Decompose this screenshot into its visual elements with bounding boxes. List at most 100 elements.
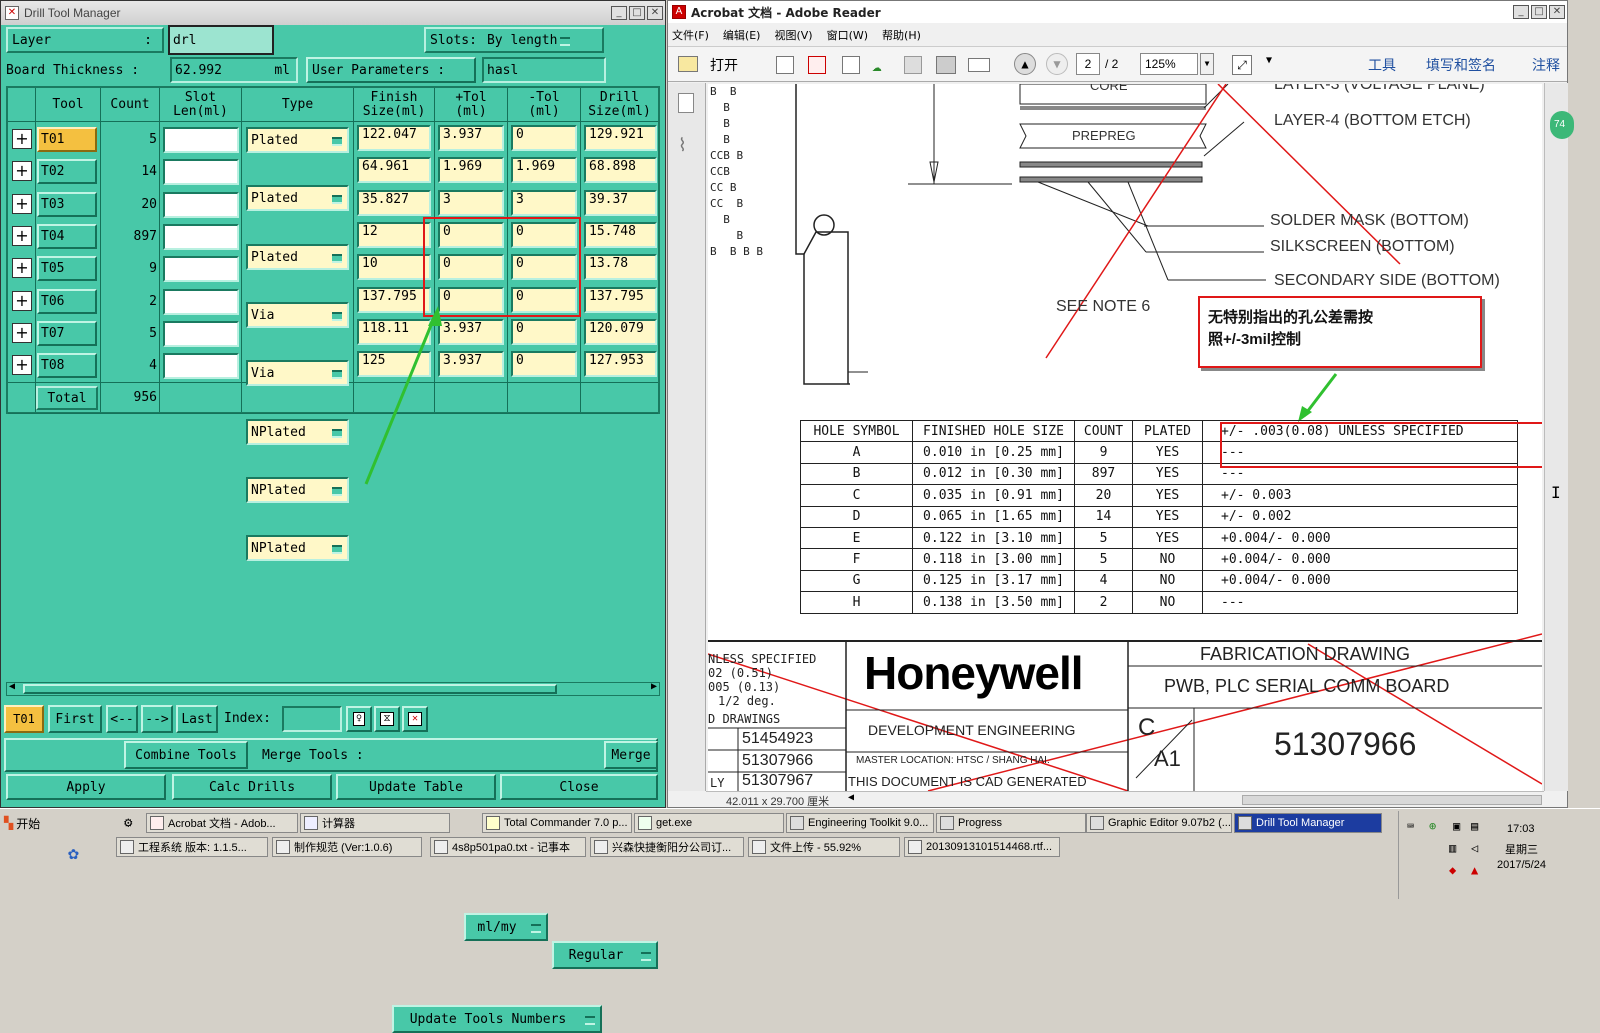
attachments-icon[interactable]: ⌇ — [678, 135, 687, 156]
tool-name-cell[interactable]: T03 — [37, 192, 97, 217]
update-table-button[interactable]: Update Table — [336, 774, 496, 800]
expand-row-icon[interactable]: + — [12, 129, 32, 149]
first-button[interactable]: First — [48, 705, 102, 733]
slots-select[interactable]: Slots: By length — [424, 27, 604, 53]
toolbar-more-icon[interactable]: ▼ — [1266, 55, 1272, 66]
slot-length-input[interactable] — [163, 159, 239, 185]
sign-pane-button[interactable]: 填写和签名 — [1426, 55, 1496, 75]
next-button[interactable]: --> — [141, 705, 173, 733]
menu-help[interactable]: 帮助(H) — [882, 27, 921, 43]
update-tools-numbers-select[interactable]: Update Tools Numbers — [392, 1005, 602, 1033]
drill-size-input[interactable]: 15.748 — [584, 222, 657, 248]
drill-size-input[interactable]: 120.079 — [584, 319, 657, 345]
tray-adobe-icon[interactable]: ▲ — [1471, 863, 1478, 877]
tray-volume-icon[interactable]: ◁ — [1471, 841, 1478, 855]
close-icon[interactable]: ✕ — [647, 6, 663, 20]
print-icon[interactable] — [936, 56, 956, 74]
upload-icon[interactable]: ☁ — [872, 56, 892, 75]
type-select[interactable]: NPlated — [246, 535, 349, 561]
vertical-scrollbar[interactable]: 74 I — [1544, 83, 1574, 791]
minus-tolerance-input[interactable]: 0 — [511, 351, 577, 377]
slot-length-input[interactable] — [163, 256, 239, 282]
drill-size-input[interactable]: 68.898 — [584, 157, 657, 183]
taskbar-item[interactable]: 4s8p501pa0.txt - 记事本 — [430, 837, 586, 857]
prev-button[interactable]: <-- — [106, 705, 138, 733]
plus-tolerance-input[interactable]: 3.937 — [438, 351, 504, 377]
finish-size-input[interactable]: 64.961 — [357, 157, 431, 183]
status-scroll-left-icon[interactable]: ◀ — [848, 792, 854, 803]
drill-size-input[interactable]: 13.78 — [584, 254, 657, 280]
maximize-icon[interactable]: □ — [1531, 5, 1547, 19]
mode-select[interactable]: Regular — [552, 941, 658, 969]
pages-icon[interactable] — [678, 93, 694, 113]
expand-row-icon[interactable]: + — [12, 194, 32, 214]
tray-signal-icon[interactable]: ▥ — [1449, 841, 1456, 855]
expand-row-icon[interactable]: + — [12, 161, 32, 181]
edit-icon[interactable] — [842, 56, 860, 74]
drill-size-input[interactable]: 137.795 — [584, 287, 657, 313]
open-button[interactable]: 打开 — [710, 55, 738, 75]
type-select[interactable]: Via — [246, 302, 349, 328]
finish-size-input[interactable]: 125 — [357, 351, 431, 377]
taskbar-item[interactable]: get.exe — [634, 813, 784, 833]
maximize-icon[interactable]: □ — [629, 6, 645, 20]
zoom-dropdown-icon[interactable]: ▼ — [1200, 53, 1214, 75]
page-number-input[interactable]: 2 — [1076, 53, 1100, 75]
tray-app-icon[interactable]: ◆ — [1449, 863, 1456, 877]
tool-name-cell[interactable]: T02 — [37, 159, 97, 184]
plus-tolerance-input[interactable]: 3.937 — [438, 125, 504, 151]
horizontal-scroll-thumb[interactable] — [1242, 795, 1542, 805]
finish-size-input[interactable]: 12 — [357, 222, 431, 248]
adobe-titlebar[interactable]: A Acrobat 文档 - Adobe Reader _ □ ✕ — [668, 1, 1567, 23]
close-button[interactable]: Close — [500, 774, 658, 800]
delete-icon[interactable]: ✕ — [402, 706, 428, 732]
tools-pane-button[interactable]: 工具 — [1368, 55, 1396, 75]
tool-name-cell[interactable]: T07 — [37, 321, 97, 346]
type-select[interactable]: NPlated — [246, 419, 349, 445]
menu-file[interactable]: 文件(F) — [672, 27, 709, 43]
minus-tolerance-input[interactable]: 1.969 — [511, 157, 577, 183]
expand-row-icon[interactable]: + — [12, 258, 32, 278]
tray-clip-icon[interactable]: ▣ — [1453, 819, 1460, 833]
tool-name-cell[interactable]: T05 — [37, 256, 97, 281]
slot-length-input[interactable] — [163, 353, 239, 379]
expand-row-icon[interactable]: + — [12, 323, 32, 343]
quicklaunch-browser-icon[interactable]: ⚙ — [124, 815, 132, 831]
tray-network-icon[interactable]: ⊕ — [1429, 819, 1436, 833]
slot-length-input[interactable] — [163, 224, 239, 250]
merge-button[interactable]: Merge — [604, 741, 658, 769]
minus-tolerance-input[interactable]: 0 — [511, 125, 577, 151]
finish-size-input[interactable]: 137.795 — [357, 287, 431, 313]
slot-length-input[interactable] — [163, 127, 239, 153]
filter-icon[interactable]: ⧖ — [374, 706, 400, 732]
tool-name-cell[interactable]: T08 — [37, 353, 97, 378]
combine-tools-button[interactable]: Combine Tools — [124, 741, 248, 769]
tool-name-cell[interactable]: T01 — [37, 127, 97, 152]
fit-page-icon[interactable]: ⤢ — [1232, 55, 1252, 75]
tray-keyboard-icon[interactable]: ⌨ — [1407, 819, 1414, 833]
type-select[interactable]: NPlated — [246, 477, 349, 503]
taskbar-item[interactable]: 工程系统 版本: 1.1.5... — [116, 837, 268, 857]
menu-view[interactable]: 视图(V) — [774, 27, 812, 43]
finish-size-input[interactable]: 122.047 — [357, 125, 431, 151]
tool-name-cell[interactable]: T04 — [37, 224, 97, 249]
layer-input[interactable]: drl — [168, 25, 274, 55]
minimize-icon[interactable]: _ — [1513, 5, 1529, 19]
close-icon[interactable]: ✕ — [1549, 5, 1565, 19]
plus-tolerance-input[interactable]: 3.937 — [438, 319, 504, 345]
unit-select[interactable]: ml/my — [464, 913, 548, 941]
light-icon[interactable]: ♀ — [346, 706, 372, 732]
type-select[interactable]: Via — [246, 360, 349, 386]
zoom-select[interactable]: 125% — [1140, 53, 1198, 75]
quicklaunch-icon[interactable]: ✿ — [68, 843, 79, 864]
scroll-right-icon[interactable]: ▶ — [651, 681, 657, 692]
taskbar-item[interactable]: 文件上传 - 55.92% — [748, 837, 900, 857]
comment-pane-button[interactable]: 注释 — [1532, 55, 1560, 75]
taskbar-item[interactable]: Total Commander 7.0 p... — [482, 813, 632, 833]
page-up-icon[interactable]: ▲ — [1014, 53, 1036, 75]
drill-size-input[interactable]: 129.921 — [584, 125, 657, 151]
scroll-left-icon[interactable]: ◀ — [9, 681, 15, 692]
type-select[interactable]: Plated — [246, 244, 349, 270]
expand-row-icon[interactable]: + — [12, 291, 32, 311]
last-button[interactable]: Last — [176, 705, 218, 733]
